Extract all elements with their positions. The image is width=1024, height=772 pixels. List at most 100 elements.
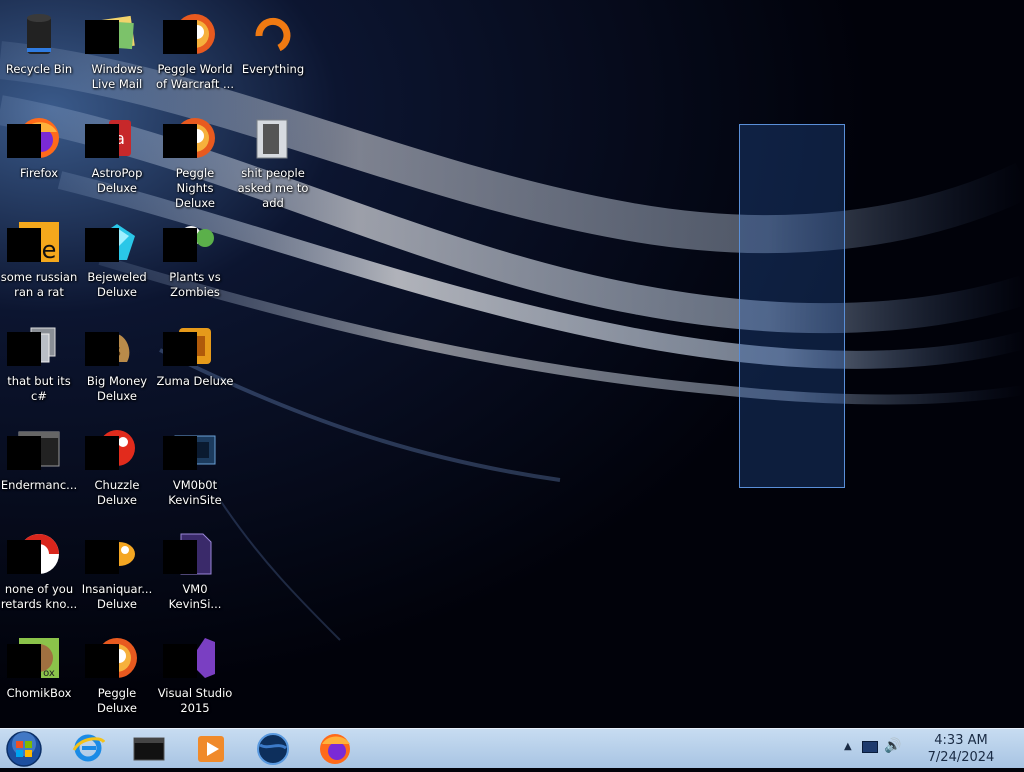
- redball-icon: [7, 530, 63, 578]
- desktop-icon-that-but-its-csharp[interactable]: that but its c#: [0, 316, 78, 416]
- gem-icon: [85, 218, 141, 266]
- desktop-icon-label: Plants vs Zombies: [169, 270, 221, 299]
- windows-orb-icon: [6, 731, 42, 767]
- desktop-icon-shit-people-asked-me-to-add[interactable]: shit people asked me to add: [234, 108, 312, 210]
- mail-icon: [85, 10, 141, 58]
- desktop-icon-label: Visual Studio 2015: [157, 686, 233, 715]
- clock-time: 4:33 AM: [934, 733, 988, 748]
- desktop-icon-label: Big Money Deluxe: [86, 374, 148, 403]
- redaction-mask: [163, 436, 197, 470]
- money-icon: $: [85, 322, 141, 370]
- redaction-mask: [163, 20, 197, 54]
- desktop-icon-peggle-world-of-warcraft[interactable]: Peggle World of Warcraft ...: [156, 4, 234, 104]
- taskbar-button-cmd-window[interactable]: [124, 731, 174, 767]
- chuzzle-icon: [85, 426, 141, 474]
- redaction-mask: [7, 124, 41, 158]
- firefox-icon: [320, 734, 350, 764]
- svg-text:ox: ox: [43, 668, 55, 679]
- desktop-icon-insaniquarium-deluxe[interactable]: Insaniquar... Deluxe: [78, 524, 156, 624]
- redaction-mask: [85, 20, 119, 54]
- astropop-icon: a: [85, 114, 141, 162]
- selection-rectangle: [739, 124, 845, 488]
- desktop-icon-label: Peggle Nights Deluxe: [175, 166, 215, 210]
- desktop-icon-peggle-nights-deluxe[interactable]: Peggle Nights Deluxe: [156, 108, 234, 210]
- chomik-icon: ox: [7, 634, 63, 682]
- zuma-icon: [163, 322, 219, 370]
- redaction-mask: [163, 228, 197, 262]
- taskbar-button-globe-app[interactable]: [248, 731, 298, 767]
- start-button[interactable]: [4, 730, 44, 768]
- desktop-icon-peggle-deluxe[interactable]: Peggle Deluxe: [78, 628, 156, 728]
- desktop-icon-label: VM0b0t KevinSite: [168, 478, 222, 507]
- redaction-mask: [7, 228, 41, 262]
- volume-icon[interactable]: 🔊: [884, 738, 901, 754]
- desktop-icon-chomikbox[interactable]: ox ChomikBox: [0, 628, 78, 728]
- cmd-icon: [133, 737, 165, 761]
- desktop-icon-visual-studio-2015[interactable]: Visual Studio 2015: [156, 628, 234, 728]
- network-monitor-icon[interactable]: [862, 741, 878, 753]
- desktop-icon-label: that but its c#: [7, 374, 71, 403]
- vm-icon: [163, 426, 219, 474]
- fish-icon: [85, 530, 141, 578]
- redaction-mask: [7, 436, 41, 470]
- redaction-mask: [163, 644, 197, 678]
- desktop-icon-recycle-bin[interactable]: Recycle Bin: [0, 4, 78, 104]
- desktop-icon-none-of-you-retards-kno[interactable]: none of you retards kno...: [0, 524, 78, 624]
- desktop-icon-firefox[interactable]: Firefox: [0, 108, 78, 208]
- desktop-icon-label: Peggle World of Warcraft ...: [156, 62, 234, 91]
- desktop-icon-zuma-deluxe[interactable]: Zuma Deluxe: [156, 316, 234, 416]
- show-hidden-icons-arrow-icon[interactable]: ▲: [844, 741, 852, 752]
- clock-date: 7/24/2024: [927, 750, 995, 765]
- desktop-icon-vm0-kevinsi[interactable]: VM0 KevinSi...: [156, 524, 234, 624]
- desktop-icon-vm0b0t-kevinsite[interactable]: VM0b0t KevinSite: [156, 420, 234, 520]
- desktop-icon-label: shit people asked me to add: [237, 166, 309, 210]
- desktop-icon-windows-live-mail[interactable]: Windows Live Mail: [78, 4, 156, 104]
- taskbar-button-internet-explorer[interactable]: [64, 731, 114, 767]
- desktop-icon-label: some russian ran a rat: [0, 270, 78, 299]
- desktop-icon-everything[interactable]: Everything: [234, 4, 312, 104]
- firefox-icon: [7, 114, 63, 162]
- desktop-icon-plants-vs-zombies[interactable]: Plants vs Zombies: [156, 212, 234, 312]
- desktop-icon-label: Zuma Deluxe: [156, 374, 234, 388]
- desktop-icon-label: VM0 KevinSi...: [168, 582, 222, 611]
- desktop-icon-endermanch[interactable]: Endermanc...: [0, 420, 78, 520]
- redaction-mask: [7, 540, 41, 574]
- peggle-icon: [163, 10, 219, 58]
- desktop-icon-label: Bejeweled Deluxe: [87, 270, 147, 299]
- redaction-mask: [7, 332, 41, 366]
- desktop-icon-label: Chuzzle Deluxe: [94, 478, 140, 507]
- redaction-mask: [85, 332, 119, 366]
- redaction-mask: [85, 644, 119, 678]
- folder-icon: [249, 114, 297, 162]
- desktop-icon-chuzzle-deluxe[interactable]: Chuzzle Deluxe: [78, 420, 156, 520]
- taskbar: ▲ 🔊 4:33 AM 7/24/2024: [0, 728, 1024, 768]
- media-icon: [198, 736, 224, 762]
- desktop-icon-label: Recycle Bin: [5, 62, 73, 76]
- redaction-mask: [163, 332, 197, 366]
- desktop-icon-big-money-deluxe[interactable]: $ Big Money Deluxe: [78, 316, 156, 416]
- redaction-mask: [85, 124, 119, 158]
- taskbar-button-firefox-taskbar[interactable]: [310, 731, 360, 767]
- system-tray: ▲ 🔊 4:33 AM 7/24/2024: [834, 729, 1024, 769]
- copy-icon: [7, 322, 63, 370]
- redaction-mask: [85, 228, 119, 262]
- peggle-icon: [85, 634, 141, 682]
- desktop-icon-label: none of you retards kno...: [0, 582, 78, 611]
- redaction-mask: [7, 644, 41, 678]
- vs-icon: [163, 634, 219, 682]
- file-icon: [163, 530, 219, 578]
- redaction-mask: [163, 124, 197, 158]
- desktop-icon-label: Insaniquar... Deluxe: [81, 582, 153, 611]
- desktop-icon-astropop-deluxe[interactable]: a AstroPop Deluxe: [78, 108, 156, 208]
- redaction-mask: [85, 436, 119, 470]
- clock[interactable]: 4:33 AM 7/24/2024: [916, 732, 1006, 766]
- terminal-icon: [7, 426, 63, 474]
- desktop-icon-bejeweled-deluxe[interactable]: Bejeweled Deluxe: [78, 212, 156, 312]
- bin-icon: [15, 10, 63, 58]
- desktop-icon-some-russian-ran-a-rat[interactable]: e some russian ran a rat: [0, 212, 78, 312]
- taskbar-button-media-player[interactable]: [186, 731, 236, 767]
- desktop-icon-label: Peggle Deluxe: [97, 686, 137, 715]
- peggle-icon: [163, 114, 219, 162]
- ie-icon: [72, 734, 106, 762]
- globe-icon: [257, 733, 289, 765]
